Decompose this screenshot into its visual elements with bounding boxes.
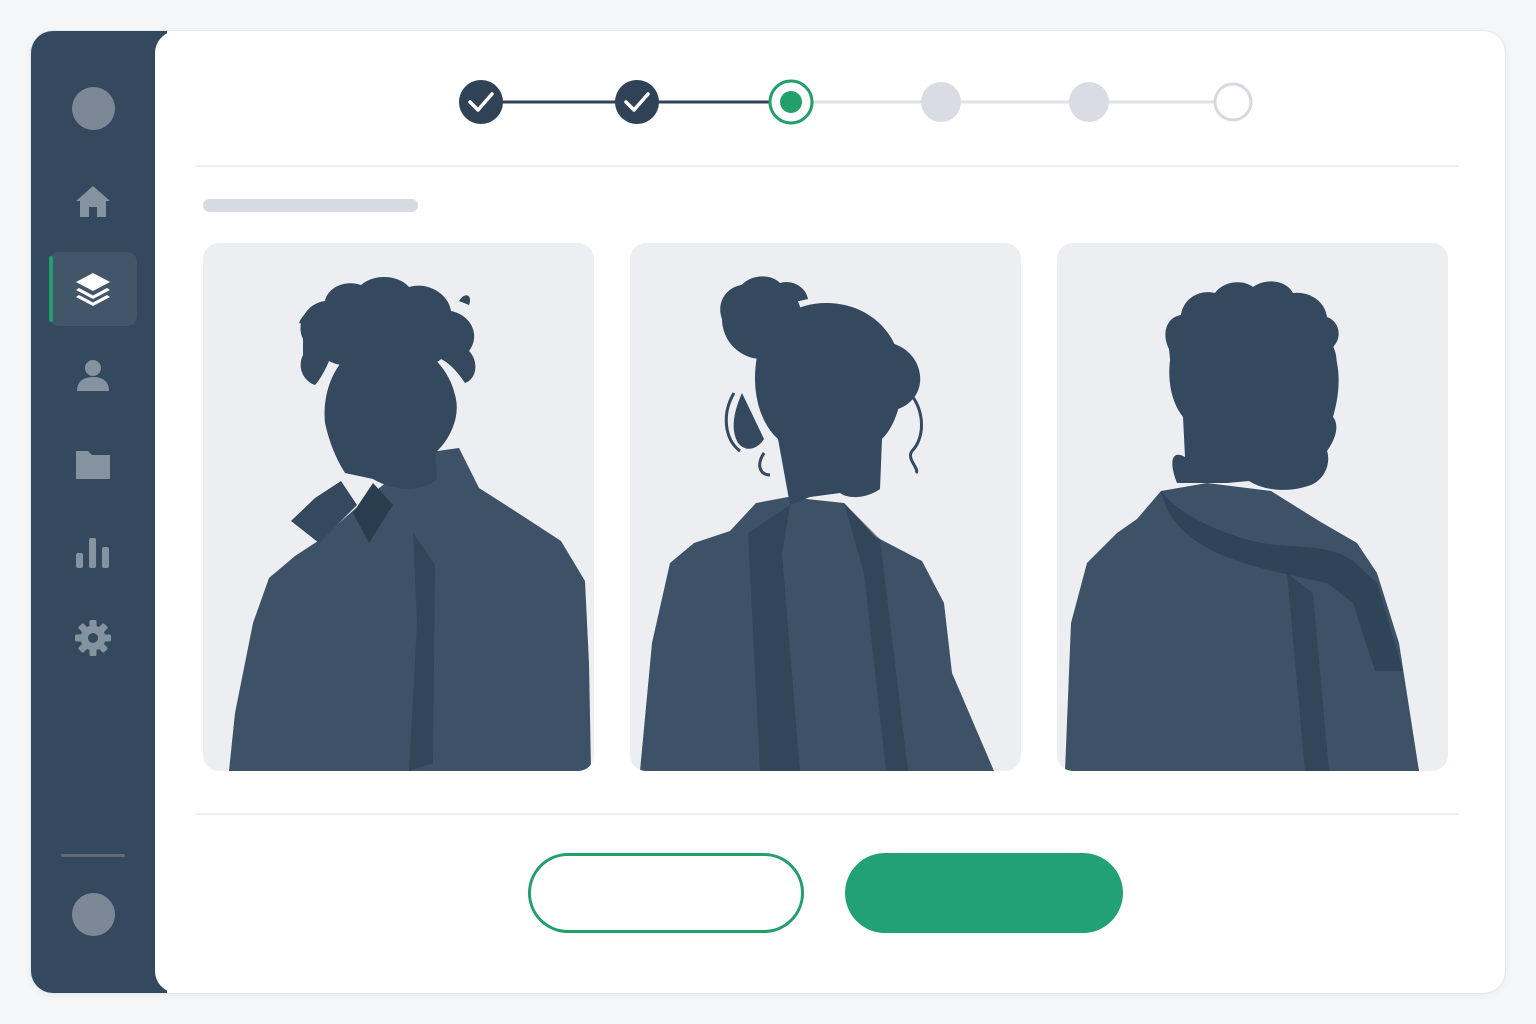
sidebar [31, 31, 167, 993]
sidebar-divider [61, 854, 125, 857]
bar-chart-icon [76, 538, 109, 568]
step-2-complete[interactable] [615, 80, 659, 124]
app-window [31, 31, 1505, 993]
sidebar-item-analytics[interactable] [49, 515, 137, 589]
layers-icon [76, 273, 110, 306]
avatar-card-2[interactable] [630, 243, 1021, 771]
step-4-pending[interactable] [921, 82, 961, 122]
avatar-card-1[interactable] [203, 243, 594, 771]
person-silhouette-hair-bun-icon [640, 276, 994, 771]
sidebar-item-home[interactable] [49, 165, 137, 239]
sidebar-item-layers[interactable] [49, 252, 137, 326]
folder-icon [76, 451, 110, 479]
step-6-pending[interactable] [1213, 82, 1253, 122]
sidebar-item-files[interactable] [49, 427, 137, 501]
user-icon [77, 360, 109, 391]
sidebar-item-profile[interactable] [49, 339, 137, 413]
step-5-pending[interactable] [1069, 82, 1109, 122]
avatar[interactable] [72, 87, 115, 130]
divider-bottom [196, 813, 1459, 815]
divider-top [196, 165, 1459, 167]
step-1-complete[interactable] [459, 80, 503, 124]
main-panel [155, 31, 1505, 993]
avatar-card-3[interactable] [1057, 243, 1448, 771]
section-title-placeholder [203, 199, 418, 212]
progress-stepper [459, 79, 1253, 125]
continue-button[interactable] [845, 853, 1123, 933]
gear-icon [75, 620, 111, 656]
home-icon [76, 186, 110, 217]
person-silhouette-curly-hair-beard-icon [1065, 281, 1419, 771]
account-avatar[interactable] [72, 893, 115, 936]
step-3-current[interactable] [768, 79, 814, 125]
person-silhouette-short-hair-icon [229, 276, 591, 771]
back-button[interactable] [528, 853, 804, 933]
sidebar-item-settings[interactable] [49, 601, 137, 675]
